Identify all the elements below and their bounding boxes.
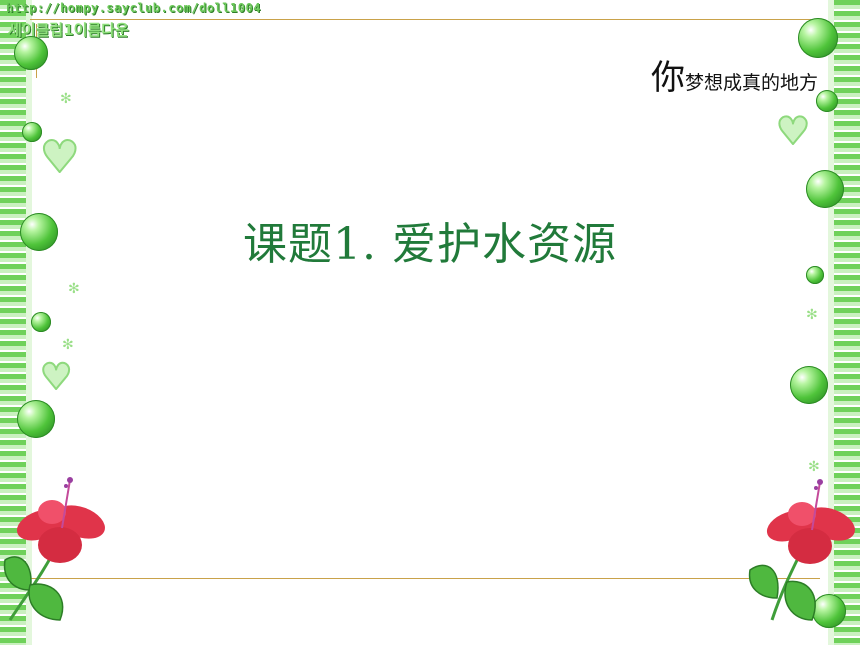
heart-icon: ♥ (39, 132, 80, 183)
green-bubble-icon (31, 312, 51, 332)
page-title: 课题1. 爱护水资源 (243, 219, 617, 270)
green-bubble-icon (17, 400, 55, 438)
corner-slogan-first-char: 你 (650, 58, 685, 98)
hibiscus-flower-icon (3, 477, 105, 621)
heart-icon: ♥ (775, 109, 811, 153)
corner-slogan-rest: 梦想成真的地方 (684, 72, 818, 94)
url-watermark: http://hompy.sayclub.com/doll1004 (6, 1, 261, 15)
sparkle-icon: ✻ (60, 91, 72, 107)
sparkle-icon: ✻ (806, 307, 818, 323)
green-bubble-icon (798, 18, 838, 58)
green-bubble-icon (22, 122, 42, 142)
sparkle-icon: ✻ (68, 281, 80, 297)
bottom-rule (30, 578, 820, 579)
green-bubble-icon (20, 213, 58, 251)
green-bubble-icon (14, 36, 48, 70)
green-bubble-icon (806, 266, 824, 284)
green-bubble-icon (790, 366, 828, 404)
heart-icon: ♥ (39, 357, 73, 398)
corner-slogan: 你梦想成真的地方 (651, 50, 818, 99)
top-rule (30, 19, 820, 20)
sparkle-icon: ✻ (62, 337, 74, 353)
green-bubble-icon (806, 170, 844, 208)
slide: http://hompy.sayclub.com/doll1004 세이클럽1이… (0, 0, 860, 645)
hibiscus-flower-icon (748, 479, 855, 621)
green-bubble-icon (816, 90, 838, 112)
